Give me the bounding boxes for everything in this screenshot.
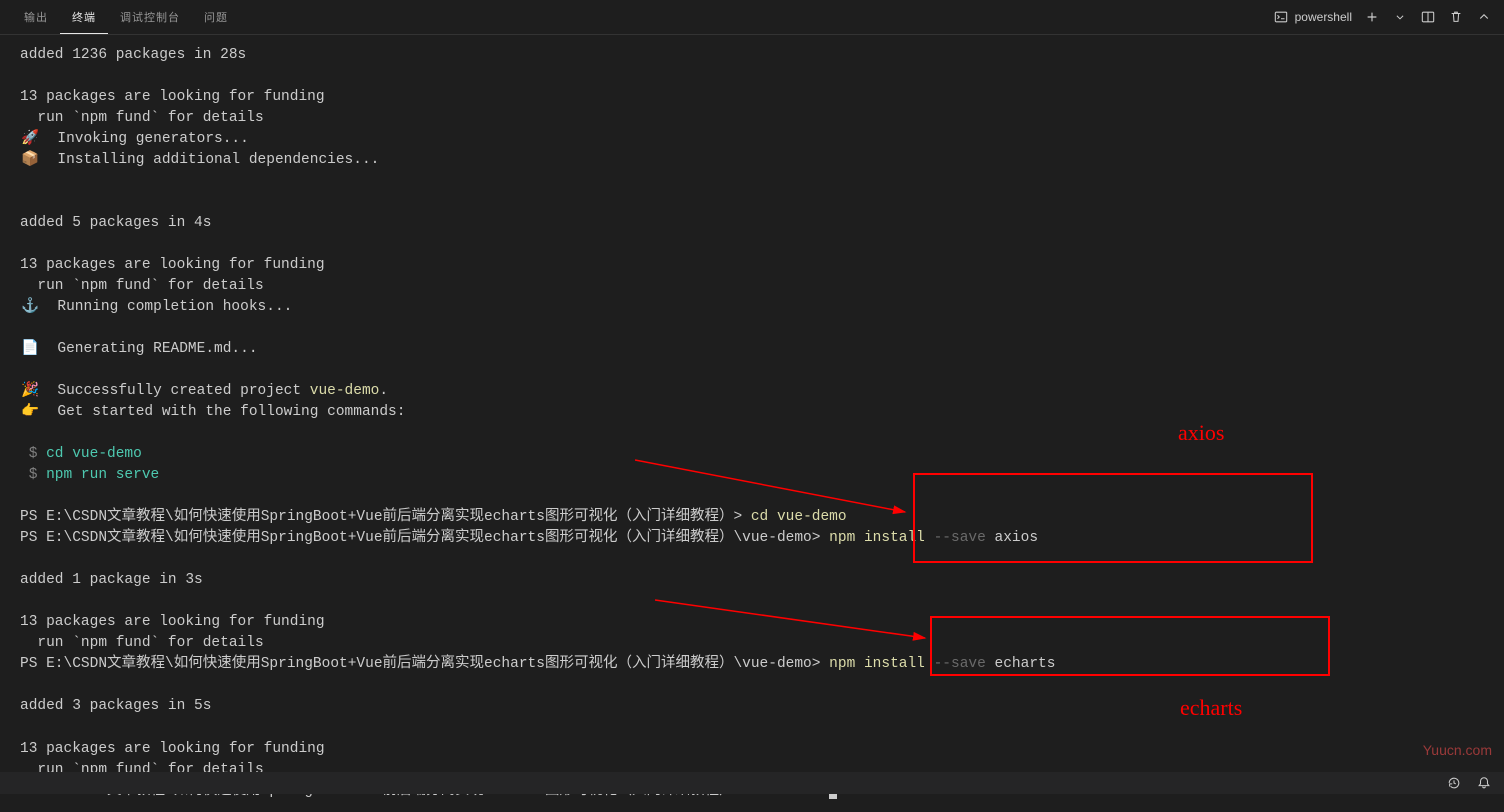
package-icon: 📦 [20, 150, 40, 171]
ps-flag: --save [934, 656, 986, 672]
tab-terminal[interactable]: 终端 [60, 1, 108, 34]
panel-header: 输出 终端 调试控制台 问题 powershell [0, 0, 1504, 35]
watermark: Yuucn.com [1423, 742, 1492, 758]
ps-command: npm install [829, 530, 933, 546]
history-icon[interactable] [1446, 775, 1462, 791]
ps-command: npm install [829, 656, 933, 672]
text-line: Successfully created project [40, 383, 310, 399]
project-name: vue-demo [310, 383, 380, 399]
text-line: run `npm fund` for details [20, 278, 264, 294]
prompt-dollar: $ [20, 467, 37, 483]
new-terminal-icon[interactable] [1364, 9, 1380, 25]
ps-prompt: PS E:\CSDN文章教程\如何快速使用SpringBoot+Vue前后端分离… [20, 656, 829, 672]
bell-icon[interactable] [1476, 775, 1492, 791]
point-icon: 👉 [20, 402, 40, 423]
ps-arg: axios [986, 530, 1038, 546]
chevron-up-icon[interactable] [1476, 9, 1492, 25]
text-line: run `npm fund` for details [20, 635, 264, 651]
text-line: added 1236 packages in 28s [20, 47, 246, 63]
text-line: 13 packages are looking for funding [20, 741, 325, 757]
command-cd: cd vue-demo [37, 446, 141, 462]
text-line: Running completion hooks... [40, 299, 292, 315]
terminal-profile[interactable]: powershell [1273, 9, 1352, 25]
command-serve: npm run serve [37, 467, 159, 483]
panel-tabs: 输出 终端 调试控制台 问题 [12, 1, 1273, 34]
ps-arg: echarts [986, 656, 1056, 672]
rocket-icon: 🚀 [20, 129, 40, 150]
text-line: 13 packages are looking for funding [20, 89, 325, 105]
text-line: added 5 packages in 4s [20, 215, 211, 231]
trash-icon[interactable] [1448, 9, 1464, 25]
text-line: Get started with the following commands: [40, 404, 405, 420]
ps-prompt: PS E:\CSDN文章教程\如何快速使用SpringBoot+Vue前后端分离… [20, 530, 829, 546]
tab-problems[interactable]: 问题 [192, 1, 240, 34]
statusbar [0, 772, 1504, 794]
chevron-down-icon[interactable] [1392, 9, 1408, 25]
terminal-icon [1273, 9, 1289, 25]
text-line: Generating README.md... [40, 341, 258, 357]
ps-prompt: PS E:\CSDN文章教程\如何快速使用SpringBoot+Vue前后端分离… [20, 509, 751, 525]
ps-flag: --save [934, 530, 986, 546]
party-icon: 🎉 [20, 381, 40, 402]
prompt-dollar: $ [20, 446, 37, 462]
terminal-profile-label: powershell [1295, 10, 1352, 24]
terminal-actions: powershell [1273, 9, 1492, 25]
text-line: Installing additional dependencies... [40, 152, 379, 168]
terminal-output[interactable]: added 1236 packages in 28s 13 packages a… [0, 35, 1504, 812]
text-line: . [379, 383, 388, 399]
text-line: Invoking generators... [40, 131, 249, 147]
split-terminal-icon[interactable] [1420, 9, 1436, 25]
text-line: added 1 package in 3s [20, 572, 203, 588]
text-line: 13 packages are looking for funding [20, 257, 325, 273]
text-line: added 3 packages in 5s [20, 698, 211, 714]
text-line: run `npm fund` for details [20, 110, 264, 126]
ps-command: cd vue-demo [751, 509, 847, 525]
text-line: 13 packages are looking for funding [20, 614, 325, 630]
tab-output[interactable]: 输出 [12, 1, 60, 34]
anchor-icon: ⚓ [20, 297, 40, 318]
document-icon: 📄 [20, 339, 40, 360]
tab-debug-console[interactable]: 调试控制台 [108, 1, 192, 34]
